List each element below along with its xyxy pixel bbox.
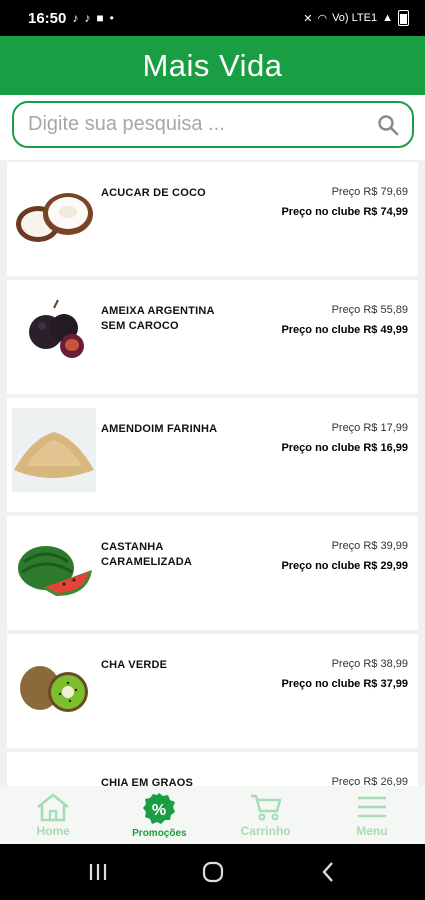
product-card[interactable]: CASTANHA CARAMELIZADA Preço R$ 39,99 Pre… — [7, 516, 418, 630]
product-card[interactable]: CHIA EM GRAOS Preço R$ 26,99 — [7, 752, 418, 786]
kiwi-image — [20, 666, 88, 712]
system-nav-bar — [0, 844, 425, 900]
product-name: ACUCAR DE COCO — [101, 187, 206, 199]
notification-dot-icon: • — [109, 11, 114, 25]
app-header: Mais Vida — [0, 36, 425, 95]
product-club-price: Preço no clube R$ 37,99 — [281, 678, 408, 690]
product-price: Preço R$ 79,69 — [331, 186, 408, 198]
flour-image — [12, 408, 96, 492]
status-time: 16:50 — [28, 9, 67, 27]
product-card[interactable]: CHA VERDE Preço R$ 38,99 Preço no clube … — [7, 634, 418, 748]
nav-carrinho[interactable]: Carrinho — [213, 786, 319, 844]
product-club-price: Preço no clube R$ 29,99 — [281, 560, 408, 572]
battery-icon — [398, 10, 409, 26]
product-club-price: Preço no clube R$ 74,99 — [281, 206, 408, 218]
home-system-button[interactable] — [193, 857, 233, 887]
svg-text:%: % — [152, 802, 166, 819]
search-icon[interactable] — [376, 113, 400, 137]
nav-menu[interactable]: Menu — [319, 786, 425, 844]
product-card[interactable]: ACUCAR DE COCO Preço R$ 79,69 Preço no c… — [7, 162, 418, 276]
nav-home[interactable]: Home — [0, 786, 106, 844]
product-card[interactable]: AMEIXA ARGENTINA SEM CAROCO Preço R$ 55,… — [7, 280, 418, 394]
status-bar: 16:50 ♪ ♪ ■ • ✕ ◠ Vo) LTE1 ▲ — [0, 0, 425, 36]
product-price: Preço R$ 39,99 — [331, 540, 408, 552]
status-right: ✕ ◠ Vo) LTE1 ▲ — [303, 10, 409, 26]
back-button[interactable] — [308, 857, 348, 887]
page-title: Mais Vida — [142, 47, 283, 83]
mute-icon: ✕ — [303, 12, 313, 25]
search-input[interactable] — [28, 113, 376, 136]
facebook-icon: ■ — [96, 11, 104, 25]
promo-percent-icon: % — [143, 793, 176, 824]
tiktok-icon: ♪ — [84, 11, 91, 25]
back-chevron-icon — [321, 862, 333, 882]
nav-promocoes-label: Promoções — [132, 828, 187, 839]
recent-apps-button[interactable] — [78, 857, 118, 887]
signal-icon: ▲ — [382, 12, 393, 24]
nav-menu-label: Menu — [356, 824, 388, 838]
seeds-image — [12, 762, 96, 786]
product-price: Preço R$ 38,99 — [331, 658, 408, 670]
product-list[interactable]: ACUCAR DE COCO Preço R$ 79,69 Preço no c… — [0, 160, 425, 786]
home-circle-icon — [202, 861, 223, 883]
product-name: CASTANHA CARAMELIZADA — [101, 541, 193, 568]
nav-promocoes[interactable]: % Promoções — [106, 786, 212, 844]
product-club-price: Preço no clube R$ 16,99 — [281, 442, 408, 454]
tiktok-icon: ♪ — [72, 11, 79, 25]
nav-carrinho-label: Carrinho — [240, 824, 291, 838]
menu-icon — [357, 796, 386, 818]
wifi-icon: ◠ — [317, 12, 328, 25]
plums-image — [29, 299, 84, 358]
cart-icon — [250, 794, 281, 821]
product-name: CHIA EM GRAOS — [101, 777, 194, 786]
product-card[interactable]: AMENDOIM FARINHA Preço R$ 17,99 Preço no… — [7, 398, 418, 512]
signal-text: Vo) LTE1 — [332, 12, 378, 24]
product-name: AMEIXA ARGENTINA SEM CAROCO — [101, 305, 215, 332]
product-name: AMENDOIM FARINHA — [101, 423, 218, 435]
product-club-price: Preço no clube R$ 49,99 — [281, 324, 408, 336]
watermelon-image — [18, 546, 92, 596]
coconut-image — [16, 193, 93, 242]
product-price: Preço R$ 26,99 — [331, 776, 408, 786]
product-price: Preço R$ 55,89 — [331, 304, 408, 316]
status-left: 16:50 ♪ ♪ ■ • — [28, 10, 114, 27]
home-icon — [37, 793, 69, 822]
product-name: CHA VERDE — [101, 659, 168, 671]
product-price: Preço R$ 17,99 — [331, 422, 408, 434]
bottom-nav: Home % Promoções Carrinho Menu — [0, 786, 425, 844]
search-bar[interactable] — [12, 101, 414, 148]
recent-apps-icon — [89, 864, 106, 880]
nav-home-label: Home — [36, 824, 70, 838]
